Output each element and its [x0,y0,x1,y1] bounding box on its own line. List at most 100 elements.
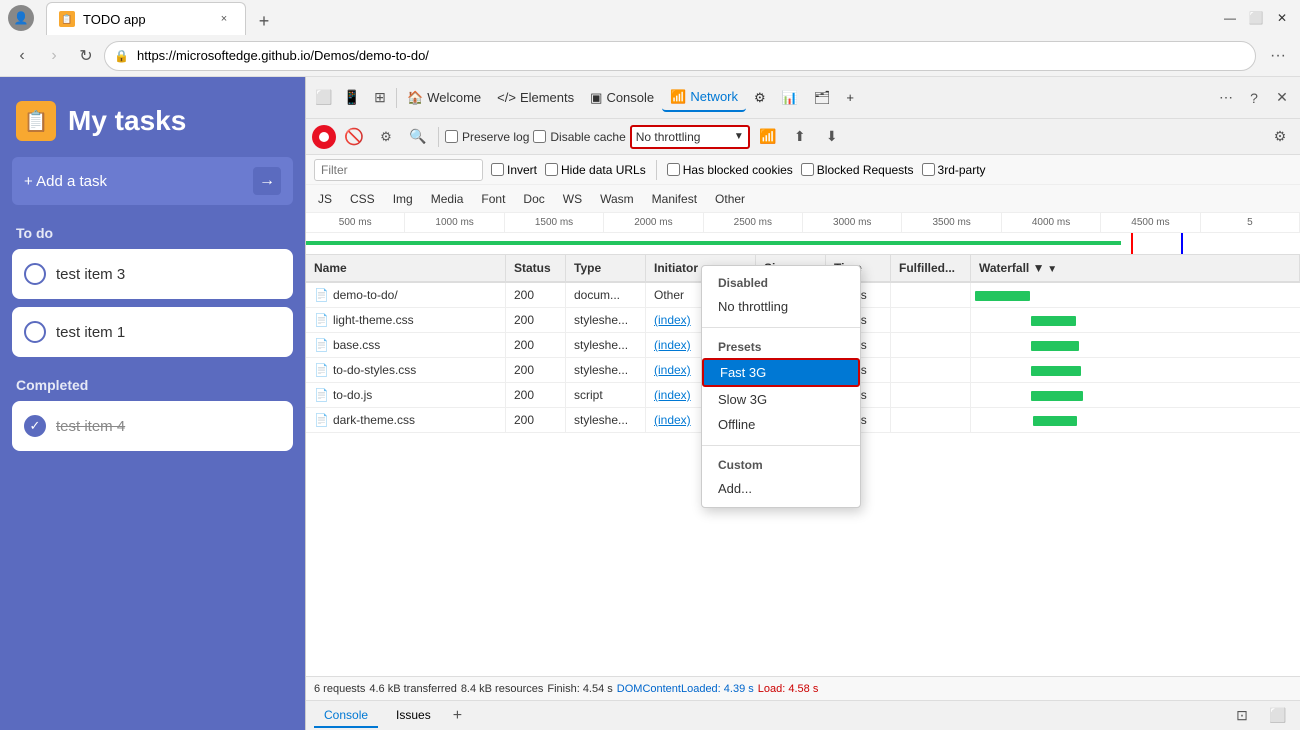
slow-3g-item[interactable]: Slow 3G [702,387,860,412]
dt-settings-btn[interactable]: ⚙ [1266,123,1294,151]
waterfall-cell-3 [971,333,1300,357]
add-item[interactable]: Add... [702,476,860,501]
type-filter-other[interactable]: Other [707,189,753,209]
dt-close-btn[interactable]: ✕ [1268,84,1296,112]
blocked-cookies-label[interactable]: Has blocked cookies [667,163,793,177]
disable-cache-cb[interactable] [533,130,546,143]
type-filter-ws[interactable]: WS [555,189,590,209]
hide-data-url-label[interactable]: Hide data URLs [545,163,646,177]
clear-btn[interactable]: 🚫 [340,123,368,151]
third-party-label[interactable]: 3rd-party [922,163,986,177]
add-task-row[interactable]: + Add a task → [12,157,293,205]
tick-2000: 2000 ms [604,213,703,232]
col-header-status[interactable]: Status [506,255,566,281]
col-header-type[interactable]: Type [566,255,646,281]
col-header-fulfilled[interactable]: Fulfilled... [891,255,971,281]
filter-toggle-btn[interactable]: ⚙ [372,123,400,151]
dt-device-btn[interactable]: 📱 [338,84,366,112]
record-btn[interactable] [312,125,336,149]
filter-input[interactable] [314,159,483,181]
invert-label[interactable]: Invert [491,163,537,177]
type-filter-wasm[interactable]: Wasm [592,189,642,209]
task-checkbox-1[interactable] [24,321,46,343]
window-controls: — ⬜ ✕ [1220,8,1292,28]
download-btn[interactable]: ⬇ [818,123,846,151]
preserve-log-cb[interactable] [445,130,458,143]
upload-btn[interactable]: ⬆ [786,123,814,151]
dt-responsive-btn[interactable]: ⊞ [366,84,394,112]
record-dot [319,132,329,142]
type-filter-font[interactable]: Font [473,189,513,209]
bottom-tab-issues[interactable]: Issues [386,704,441,728]
no-throttling-item[interactable]: No throttling [702,294,860,319]
fast-3g-item[interactable]: Fast 3G [702,358,860,387]
disabled-section: Disabled No throttling [702,266,860,325]
task-checkbox-3[interactable] [24,263,46,285]
cell-fulfilled-5 [891,383,971,407]
col-header-name[interactable]: Name [306,255,506,281]
type-filter-media[interactable]: Media [423,189,472,209]
dt-tab-performance[interactable]: ⚙ [746,84,774,112]
task-item-1[interactable]: test item 1 [12,307,293,357]
invert-cb[interactable] [491,163,504,176]
task-checkbox-4[interactable]: ✓ [24,415,46,437]
type-filter-img[interactable]: Img [385,189,421,209]
bottom-expand-btn[interactable]: ⬜ [1264,702,1292,730]
dropdown-div-1 [702,327,860,328]
dt-tab-memory[interactable]: 📊 [774,84,806,112]
minimize-btn[interactable]: — [1220,8,1240,28]
task-item-4[interactable]: ✓ test item 4 [12,401,293,451]
bottom-tabs: Console Issues + ⊡ ⬜ [306,700,1300,730]
blocked-requests-label[interactable]: Blocked Requests [801,163,914,177]
task-item-3[interactable]: test item 3 [12,249,293,299]
col-header-waterfall[interactable]: Waterfall ▼ [971,255,1300,281]
offline-item[interactable]: Offline [702,412,860,437]
window-close-btn[interactable]: ✕ [1272,8,1292,28]
dt-tab-welcome[interactable]: 🏠 Welcome [399,84,489,112]
type-filter-manifest[interactable]: Manifest [644,189,705,209]
blocked-cookies-cb[interactable] [667,163,680,176]
back-btn[interactable]: ‹ [8,42,36,70]
new-tab-btn[interactable]: + [250,7,278,35]
console-tab-icon: ▣ [590,90,602,106]
tab-close-btn[interactable]: × [215,10,233,28]
refresh-btn[interactable]: ↻ [72,42,100,70]
forward-btn[interactable]: › [40,42,68,70]
browser-menu-btn[interactable]: ··· [1264,42,1292,70]
status-bar: 6 requests 4.6 kB transferred 8.4 kB res… [306,676,1300,700]
dt-tab-elements[interactable]: </> Elements [489,84,582,112]
task-text-1: test item 1 [56,324,125,341]
main-area: 📋 My tasks + Add a task → To do test ite… [0,77,1300,730]
preserve-log-label[interactable]: Preserve log [445,130,529,144]
tick-5: 5 [1201,213,1300,232]
dt-more-btn[interactable]: ⋯ [1212,84,1240,112]
tick-3000: 3000 ms [803,213,902,232]
type-filter-doc[interactable]: Doc [515,189,552,209]
disable-cache-label[interactable]: Disable cache [533,130,625,144]
throttle-select[interactable]: No throttling ▼ [630,125,750,149]
type-filter-js[interactable]: JS [310,189,340,209]
restore-btn[interactable]: ⬜ [1246,8,1266,28]
browser-tab[interactable]: 📋 TODO app × [46,2,246,35]
cell-type-1: docum... [566,283,646,307]
cell-name-3: 📄base.css [306,333,506,357]
bottom-tab-console[interactable]: Console [314,704,378,728]
wifi-btn[interactable]: 📶 [754,123,782,151]
address-input[interactable] [104,41,1256,71]
dt-tab-application[interactable]: 🗂 [806,84,839,112]
todo-title: My tasks [68,105,186,137]
lock-icon: 🔒 [114,49,129,63]
blocked-requests-cb[interactable] [801,163,814,176]
search-btn[interactable]: 🔍 [404,123,432,151]
dt-inspect-btn[interactable]: ⬜ [310,84,338,112]
dt-help-btn[interactable]: ? [1240,84,1268,112]
third-party-cb[interactable] [922,163,935,176]
hide-data-url-cb[interactable] [545,163,558,176]
dt-tab-add[interactable]: + [838,84,862,112]
bottom-dock-btn[interactable]: ⊡ [1228,702,1256,730]
type-filter-css[interactable]: CSS [342,189,383,209]
dt-tab-network[interactable]: 📶 Network [662,84,746,112]
cell-type-2: styleshe... [566,308,646,332]
dt-tab-console[interactable]: ▣ Console [582,84,662,112]
bottom-tab-add[interactable]: + [449,707,466,725]
